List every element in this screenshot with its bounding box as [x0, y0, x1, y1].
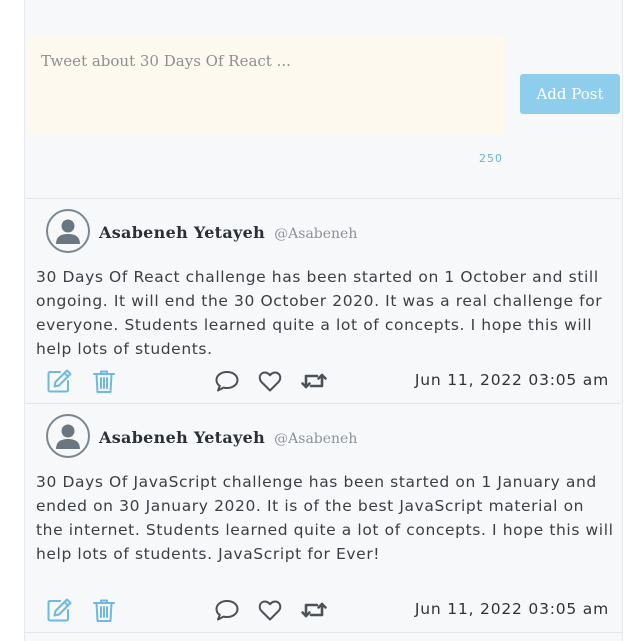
post-text: 30 Days Of React challenge has been star… [36, 268, 603, 358]
divider [25, 632, 622, 633]
heart-icon[interactable] [256, 367, 284, 395]
post-text: 30 Days Of JavaScript challenge has been… [36, 473, 614, 563]
character-count: 250 [479, 152, 503, 165]
app-frame: Add Post 250 Asabeneh Yetayeh @Asabeneh … [24, 0, 623, 641]
compose-section: Add Post 250 [25, 0, 622, 198]
user-avatar-icon[interactable] [46, 414, 90, 458]
retweet-icon[interactable] [300, 596, 328, 624]
post-author-line: Asabeneh Yetayeh @Asabeneh [99, 428, 357, 447]
heart-icon[interactable] [256, 596, 284, 624]
edit-icon[interactable] [45, 596, 73, 624]
add-post-button[interactable]: Add Post [520, 74, 620, 114]
post-card: Asabeneh Yetayeh @Asabeneh 30 Days Of Re… [26, 198, 621, 403]
edit-icon[interactable] [45, 367, 73, 395]
post-actions: Jun 11, 2022 03:05 am [26, 596, 621, 626]
tweet-input[interactable] [27, 36, 505, 134]
trash-icon[interactable] [90, 367, 118, 395]
author-name[interactable]: Asabeneh Yetayeh [99, 223, 265, 242]
post-author-line: Asabeneh Yetayeh @Asabeneh [99, 223, 357, 242]
post-actions: Jun 11, 2022 03:05 am [26, 367, 621, 397]
post-card: Asabeneh Yetayeh @Asabeneh 30 Days Of Ja… [26, 403, 621, 633]
retweet-icon[interactable] [300, 367, 328, 395]
comment-icon[interactable] [213, 596, 241, 624]
post-date: Jun 11, 2022 03:05 am [414, 371, 609, 389]
user-avatar-icon[interactable] [46, 209, 90, 253]
author-handle[interactable]: @Asabeneh [274, 226, 357, 242]
author-name[interactable]: Asabeneh Yetayeh [99, 428, 265, 447]
comment-icon[interactable] [213, 367, 241, 395]
post-date: Jun 11, 2022 03:05 am [414, 600, 609, 618]
trash-icon[interactable] [90, 596, 118, 624]
author-handle[interactable]: @Asabeneh [274, 431, 357, 447]
